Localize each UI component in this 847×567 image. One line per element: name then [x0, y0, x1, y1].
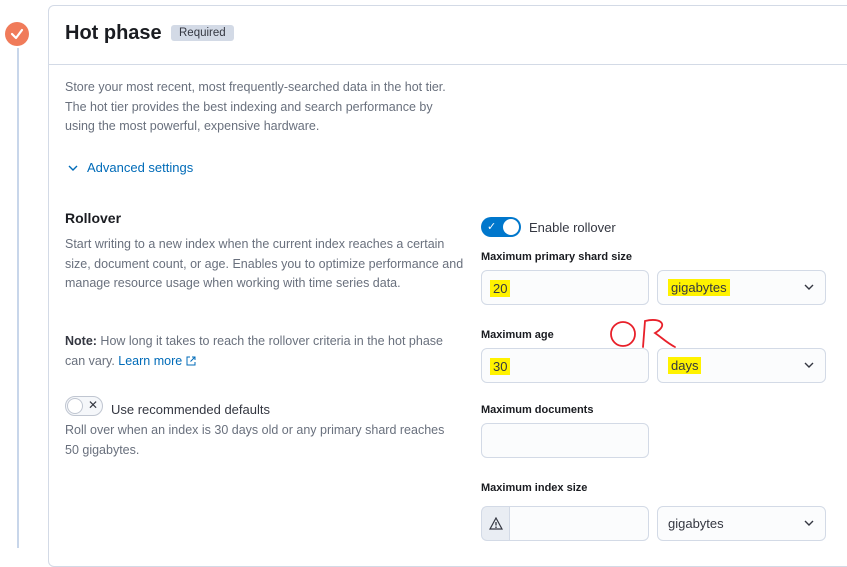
- max-index-size-unit: gigabytes: [668, 516, 724, 531]
- enable-rollover-label: Enable rollover: [529, 220, 616, 235]
- recommended-description: Roll over when an index is 30 days old o…: [65, 423, 445, 457]
- note-label: Note:: [65, 334, 97, 348]
- phase-description: Store your most recent, most frequently-…: [65, 80, 446, 133]
- max-shard-size-input[interactable]: 20: [481, 270, 649, 305]
- max-docs-input[interactable]: [481, 423, 649, 458]
- enable-rollover-switch[interactable]: ✓: [481, 217, 521, 237]
- max-shard-size-unit: gigabytes: [668, 279, 730, 296]
- rollover-note: Note: How long it takes to reach the rol…: [65, 332, 445, 371]
- max-shard-size-unit-select[interactable]: gigabytes: [657, 270, 826, 305]
- timeline-line: [17, 48, 19, 548]
- switch-knob: [503, 219, 519, 235]
- panel-header: Hot phase Required: [49, 6, 847, 65]
- use-recommended-switch[interactable]: ✕: [65, 396, 103, 416]
- switch-knob: [67, 398, 83, 414]
- max-shard-size-value: 20: [490, 280, 511, 297]
- or-annotation: [610, 319, 676, 348]
- phase-title: Hot phase: [65, 22, 162, 44]
- max-shard-size-label: Maximum primary shard size: [481, 251, 633, 263]
- required-badge: Required: [171, 25, 234, 41]
- max-age-label: Maximum age: [481, 329, 554, 341]
- chevron-down-icon: [804, 284, 814, 290]
- warning-icon: [481, 506, 509, 541]
- chevron-down-icon: [68, 165, 78, 171]
- use-recommended-label: Use recommended defaults: [111, 402, 270, 417]
- check-icon: ✓: [487, 221, 497, 233]
- learn-more-label: Learn more: [118, 353, 183, 368]
- rollover-description: Start writing to a new index when the cu…: [65, 237, 464, 290]
- max-docs-label: Maximum documents: [481, 404, 594, 416]
- close-icon: ✕: [88, 398, 99, 412]
- phase-complete-icon: [5, 22, 29, 46]
- max-age-value: 30: [490, 358, 511, 375]
- learn-more-link[interactable]: Learn more: [118, 353, 196, 368]
- hot-phase-panel: Hot phase Required Store your most recen…: [48, 5, 847, 567]
- rollover-title: Rollover: [65, 210, 122, 226]
- max-age-unit-select[interactable]: days: [657, 348, 826, 383]
- max-index-size-unit-select[interactable]: gigabytes: [657, 506, 826, 541]
- chevron-down-icon: [804, 520, 814, 526]
- external-link-icon: [186, 356, 196, 365]
- advanced-settings-label: Advanced settings: [87, 160, 194, 175]
- max-index-size-label: Maximum index size: [481, 482, 588, 494]
- chevron-down-icon: [804, 362, 814, 368]
- max-age-unit: days: [668, 357, 702, 374]
- advanced-settings-toggle[interactable]: Advanced settings: [67, 160, 193, 175]
- max-index-size-input[interactable]: [509, 506, 649, 541]
- max-age-input[interactable]: 30: [481, 348, 649, 383]
